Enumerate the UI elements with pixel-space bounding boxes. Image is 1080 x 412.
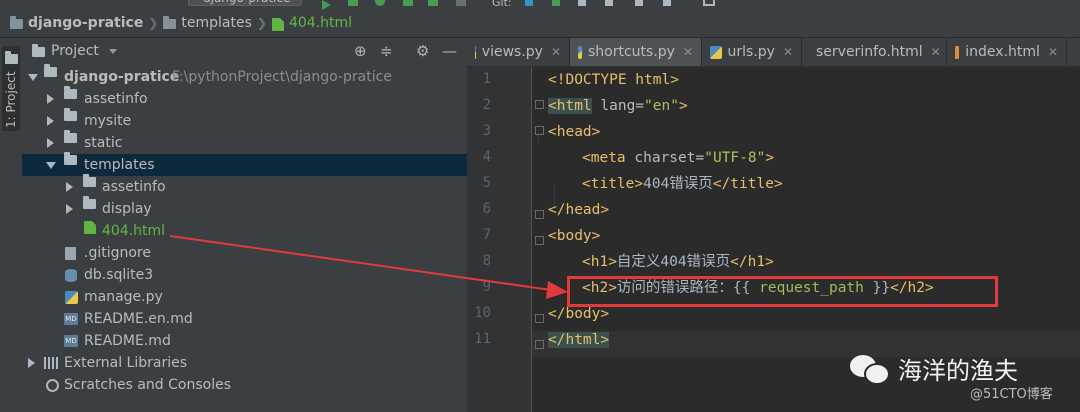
watermark-source: @51CTO博客 <box>970 387 1053 402</box>
wechat-logo-icon <box>850 351 890 385</box>
watermark-name: 海洋的渔夫 <box>898 356 1018 385</box>
